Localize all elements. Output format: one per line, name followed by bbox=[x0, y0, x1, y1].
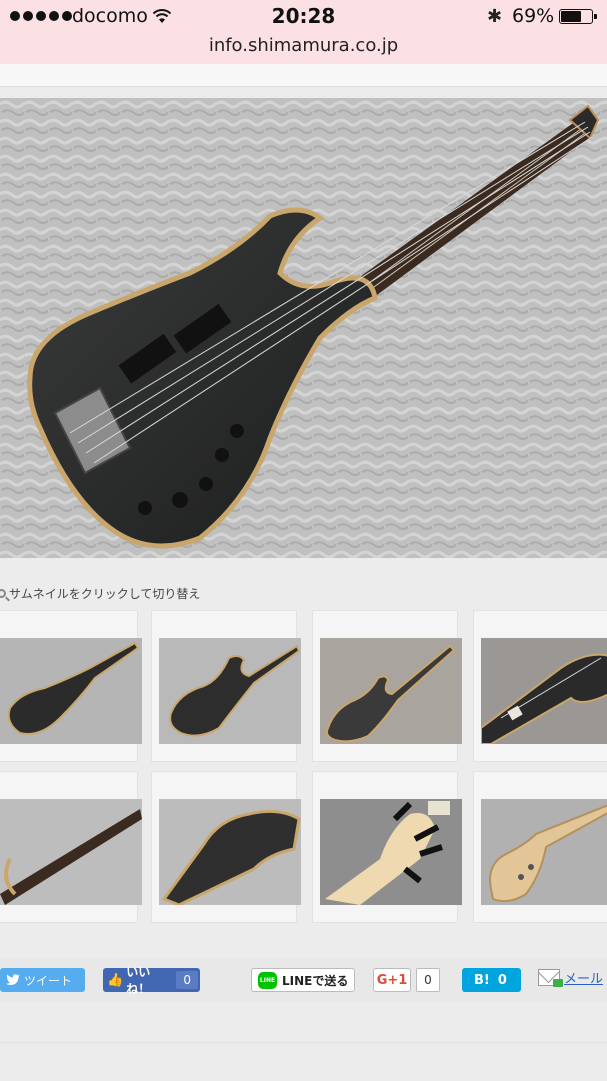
line-icon: LINE bbox=[258, 971, 277, 989]
google-plus-count: 0 bbox=[416, 968, 440, 992]
thumbnail-8[interactable] bbox=[473, 771, 607, 923]
thumbnail-5[interactable] bbox=[0, 771, 142, 923]
google-plus-label: G+1 bbox=[376, 972, 408, 988]
status-bar: docomo 20:28 ✱ 69% info.shimamura.co.jp bbox=[0, 0, 607, 64]
hatena-count: 0 bbox=[497, 972, 507, 988]
twitter-bird-icon bbox=[6, 974, 20, 986]
battery-percentage: 69% bbox=[512, 5, 555, 27]
thumbnail-4[interactable] bbox=[473, 610, 607, 762]
thumbnail-8-image bbox=[481, 799, 607, 905]
line-share-button[interactable]: LINE LINEで送る bbox=[251, 968, 355, 992]
bottom-divider bbox=[0, 1042, 607, 1081]
thumbnail-2-image bbox=[159, 638, 301, 744]
thumbnail-3[interactable] bbox=[312, 610, 462, 762]
page-content: サムネイルをクリックして切り替え ツイート 👍 いいね！ 0 LINE LINE… bbox=[0, 64, 607, 1081]
thumbnail-2[interactable] bbox=[151, 610, 301, 762]
share-bar: ツイート 👍 いいね！ 0 LINE LINEで送る G+1 0 B! 0 メー… bbox=[0, 958, 607, 1002]
tweet-label: ツイート bbox=[24, 973, 73, 988]
main-product-image[interactable] bbox=[0, 98, 607, 558]
hatena-label: B! bbox=[474, 972, 490, 988]
thumbnail-7[interactable] bbox=[312, 771, 462, 923]
thumbs-up-icon: 👍 bbox=[107, 972, 124, 988]
thumbnail-6-image bbox=[159, 799, 301, 905]
mail-share-link[interactable]: メール bbox=[538, 968, 603, 987]
thumbnail-6[interactable] bbox=[151, 771, 301, 923]
mail-icon bbox=[538, 969, 563, 987]
thumbnail-4-image bbox=[481, 638, 607, 744]
like-count: 0 bbox=[176, 971, 198, 989]
thumbnail-hint: サムネイルをクリックして切り替え bbox=[0, 585, 200, 602]
thumbnail-3-image bbox=[320, 638, 462, 744]
hatena-bookmark-button[interactable]: B! 0 bbox=[462, 968, 521, 992]
facebook-like-button[interactable]: 👍 いいね！ 0 bbox=[103, 965, 200, 996]
bluetooth-icon: ✱ bbox=[487, 6, 503, 27]
top-divider bbox=[0, 64, 607, 87]
thumbnail-hint-text: サムネイルをクリックして切り替え bbox=[9, 587, 201, 601]
thumbnail-5-image bbox=[0, 799, 142, 905]
thumbnail-7-image bbox=[320, 799, 462, 905]
line-label: LINEで送る bbox=[282, 973, 349, 988]
magnifier-icon bbox=[0, 589, 6, 598]
mail-label: メール bbox=[564, 972, 604, 987]
battery-icon bbox=[559, 9, 597, 24]
like-label: いいね！ bbox=[126, 965, 151, 996]
thumbnail-1[interactable] bbox=[0, 610, 142, 762]
battery-level bbox=[561, 11, 581, 22]
google-plus-button[interactable]: G+1 bbox=[373, 968, 411, 992]
address-bar-url[interactable]: info.shimamura.co.jp bbox=[0, 35, 607, 56]
tweet-button[interactable]: ツイート bbox=[0, 968, 85, 992]
thumbnail-1-image bbox=[0, 638, 142, 744]
